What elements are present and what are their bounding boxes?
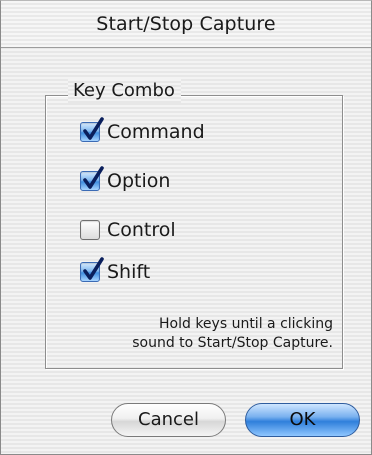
control-checkbox[interactable]: Control (80, 217, 176, 243)
option-checkbox[interactable]: Option (80, 166, 171, 194)
key-combo-legend: Key Combo (68, 79, 181, 103)
hint-text: Hold keys until a clicking sound to Star… (61, 315, 333, 353)
cancel-button[interactable]: Cancel (111, 403, 226, 437)
checkmark-icon (83, 257, 104, 280)
ok-button[interactable]: OK (245, 403, 360, 437)
control-checkbox-label: Control (107, 219, 176, 241)
shift-checkbox[interactable]: Shift (80, 257, 151, 285)
option-checkbox-label: Option (107, 170, 171, 192)
command-checkbox-box[interactable] (80, 117, 104, 142)
shift-checkbox-label: Shift (107, 261, 151, 283)
control-checkbox-box[interactable] (80, 220, 100, 240)
shift-checkbox-box[interactable] (80, 257, 104, 282)
command-checkbox[interactable]: Command (80, 117, 205, 145)
hint-line-2: sound to Start/Stop Capture. (132, 335, 333, 351)
command-checkbox-label: Command (107, 121, 205, 143)
dialog-title: Start/Stop Capture (96, 13, 276, 35)
hint-line-1: Hold keys until a clicking (159, 316, 333, 332)
start-stop-capture-dialog: Start/Stop Capture Key Combo Command Opt… (0, 0, 372, 455)
checkmark-icon (83, 166, 104, 189)
checkmark-icon (83, 117, 104, 140)
title-bar[interactable]: Start/Stop Capture (1, 1, 371, 48)
option-checkbox-box[interactable] (80, 166, 104, 191)
